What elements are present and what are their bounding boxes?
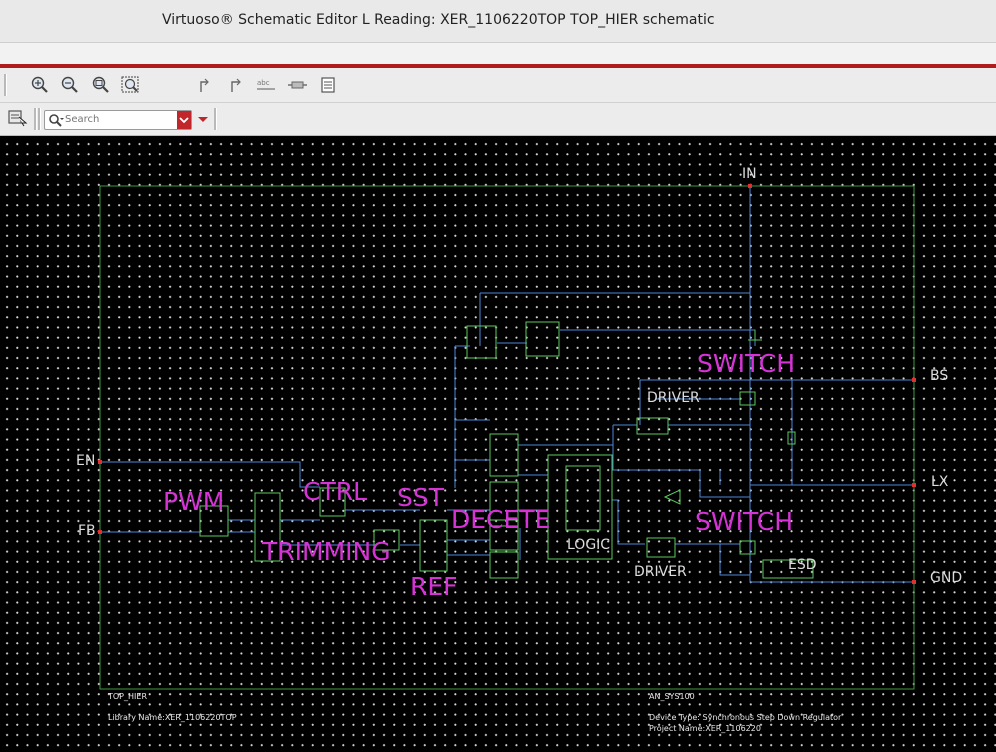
titleblock-project: Project Name:XER_1106220 (649, 724, 761, 733)
switch-top-transistor (739, 391, 756, 406)
instance-box (466, 325, 497, 359)
logic-core (565, 465, 601, 531)
toolbar-separator (214, 108, 217, 130)
toolbar-separator (4, 74, 7, 96)
window-title: Virtuoso® Schematic Editor L Reading: XE… (162, 12, 715, 28)
dropdown-arrow-icon[interactable] (197, 116, 209, 124)
switch-bottom-transistor (739, 540, 756, 555)
diode-symbol (663, 489, 681, 505)
search-input[interactable] (65, 112, 169, 127)
titleblock-library: Library Name:XER_1106220TOP (108, 713, 237, 722)
titleblock-cell-name: TOP_HIER (108, 692, 147, 701)
driver-bottom-instance (646, 537, 676, 558)
annotation-switch-bottom: SWITCH (695, 507, 794, 536)
toolbar-search (0, 103, 996, 136)
property-icon[interactable] (318, 76, 338, 94)
label-driver-bottom: DRIVER (634, 564, 687, 580)
window-titlebar: Virtuoso® Schematic Editor L Reading: XE… (0, 0, 996, 43)
titleblock-block-id: AN_SYS100 (649, 692, 695, 701)
titleblock-device-type: Device Type: Synchronous Step Down Regul… (649, 713, 842, 722)
align-icon[interactable] (226, 76, 246, 94)
pin-label-gnd: GND (930, 570, 963, 586)
schematic-wires (99, 185, 915, 690)
chevron-down-icon (179, 117, 189, 124)
svg-text:abc: abc (257, 79, 270, 87)
menu-bar (0, 43, 996, 64)
decete-instance (489, 551, 519, 579)
annotation-ctrl: CTRL (303, 477, 368, 506)
schematic-canvas[interactable]: IN EN FB BS LX GND PWM CTRL SST TRIMMING… (0, 136, 996, 752)
toolbar-separator (34, 108, 37, 130)
abc-label-icon[interactable]: abc (256, 76, 276, 94)
annotation-sst: SST (397, 483, 445, 512)
annotation-pwm: PWM (163, 487, 225, 516)
decete-instance (489, 433, 519, 477)
pin-label-lx: LX (931, 474, 949, 490)
pin-label-en: EN (76, 453, 96, 469)
pin-label-in: IN (742, 166, 757, 182)
label-logic: LOGIC (567, 537, 611, 553)
zoom-out-icon[interactable] (60, 76, 80, 94)
annotation-decete: DECETE (451, 505, 551, 534)
zoom-in-icon[interactable] (30, 76, 50, 94)
search-dropdown-button[interactable] (177, 111, 191, 129)
pin-label-bs: BS (930, 368, 949, 384)
label-driver-top: DRIVER (647, 390, 700, 406)
pin-icon[interactable] (288, 76, 308, 94)
annotation-trimming: TRIMMING (262, 537, 391, 566)
search-field[interactable] (44, 110, 192, 130)
zoom-fit-icon[interactable] (91, 76, 111, 94)
stretch-icon[interactable] (197, 76, 217, 94)
toolbar-view: abc (0, 68, 996, 103)
annotation-ref: REF (410, 572, 458, 601)
ref-instance (419, 519, 448, 572)
driver-top-instance (636, 417, 669, 435)
toolbar-separator (38, 108, 41, 130)
search-icon (49, 114, 64, 127)
label-esd: ESD (788, 557, 817, 573)
instance-box (525, 321, 560, 357)
schematic-drawing (98, 184, 916, 690)
annotation-switch-top: SWITCH (697, 349, 796, 378)
select-icon[interactable] (8, 109, 28, 127)
pin-label-fb: FB (78, 523, 96, 539)
zoom-area-icon[interactable] (121, 76, 141, 94)
